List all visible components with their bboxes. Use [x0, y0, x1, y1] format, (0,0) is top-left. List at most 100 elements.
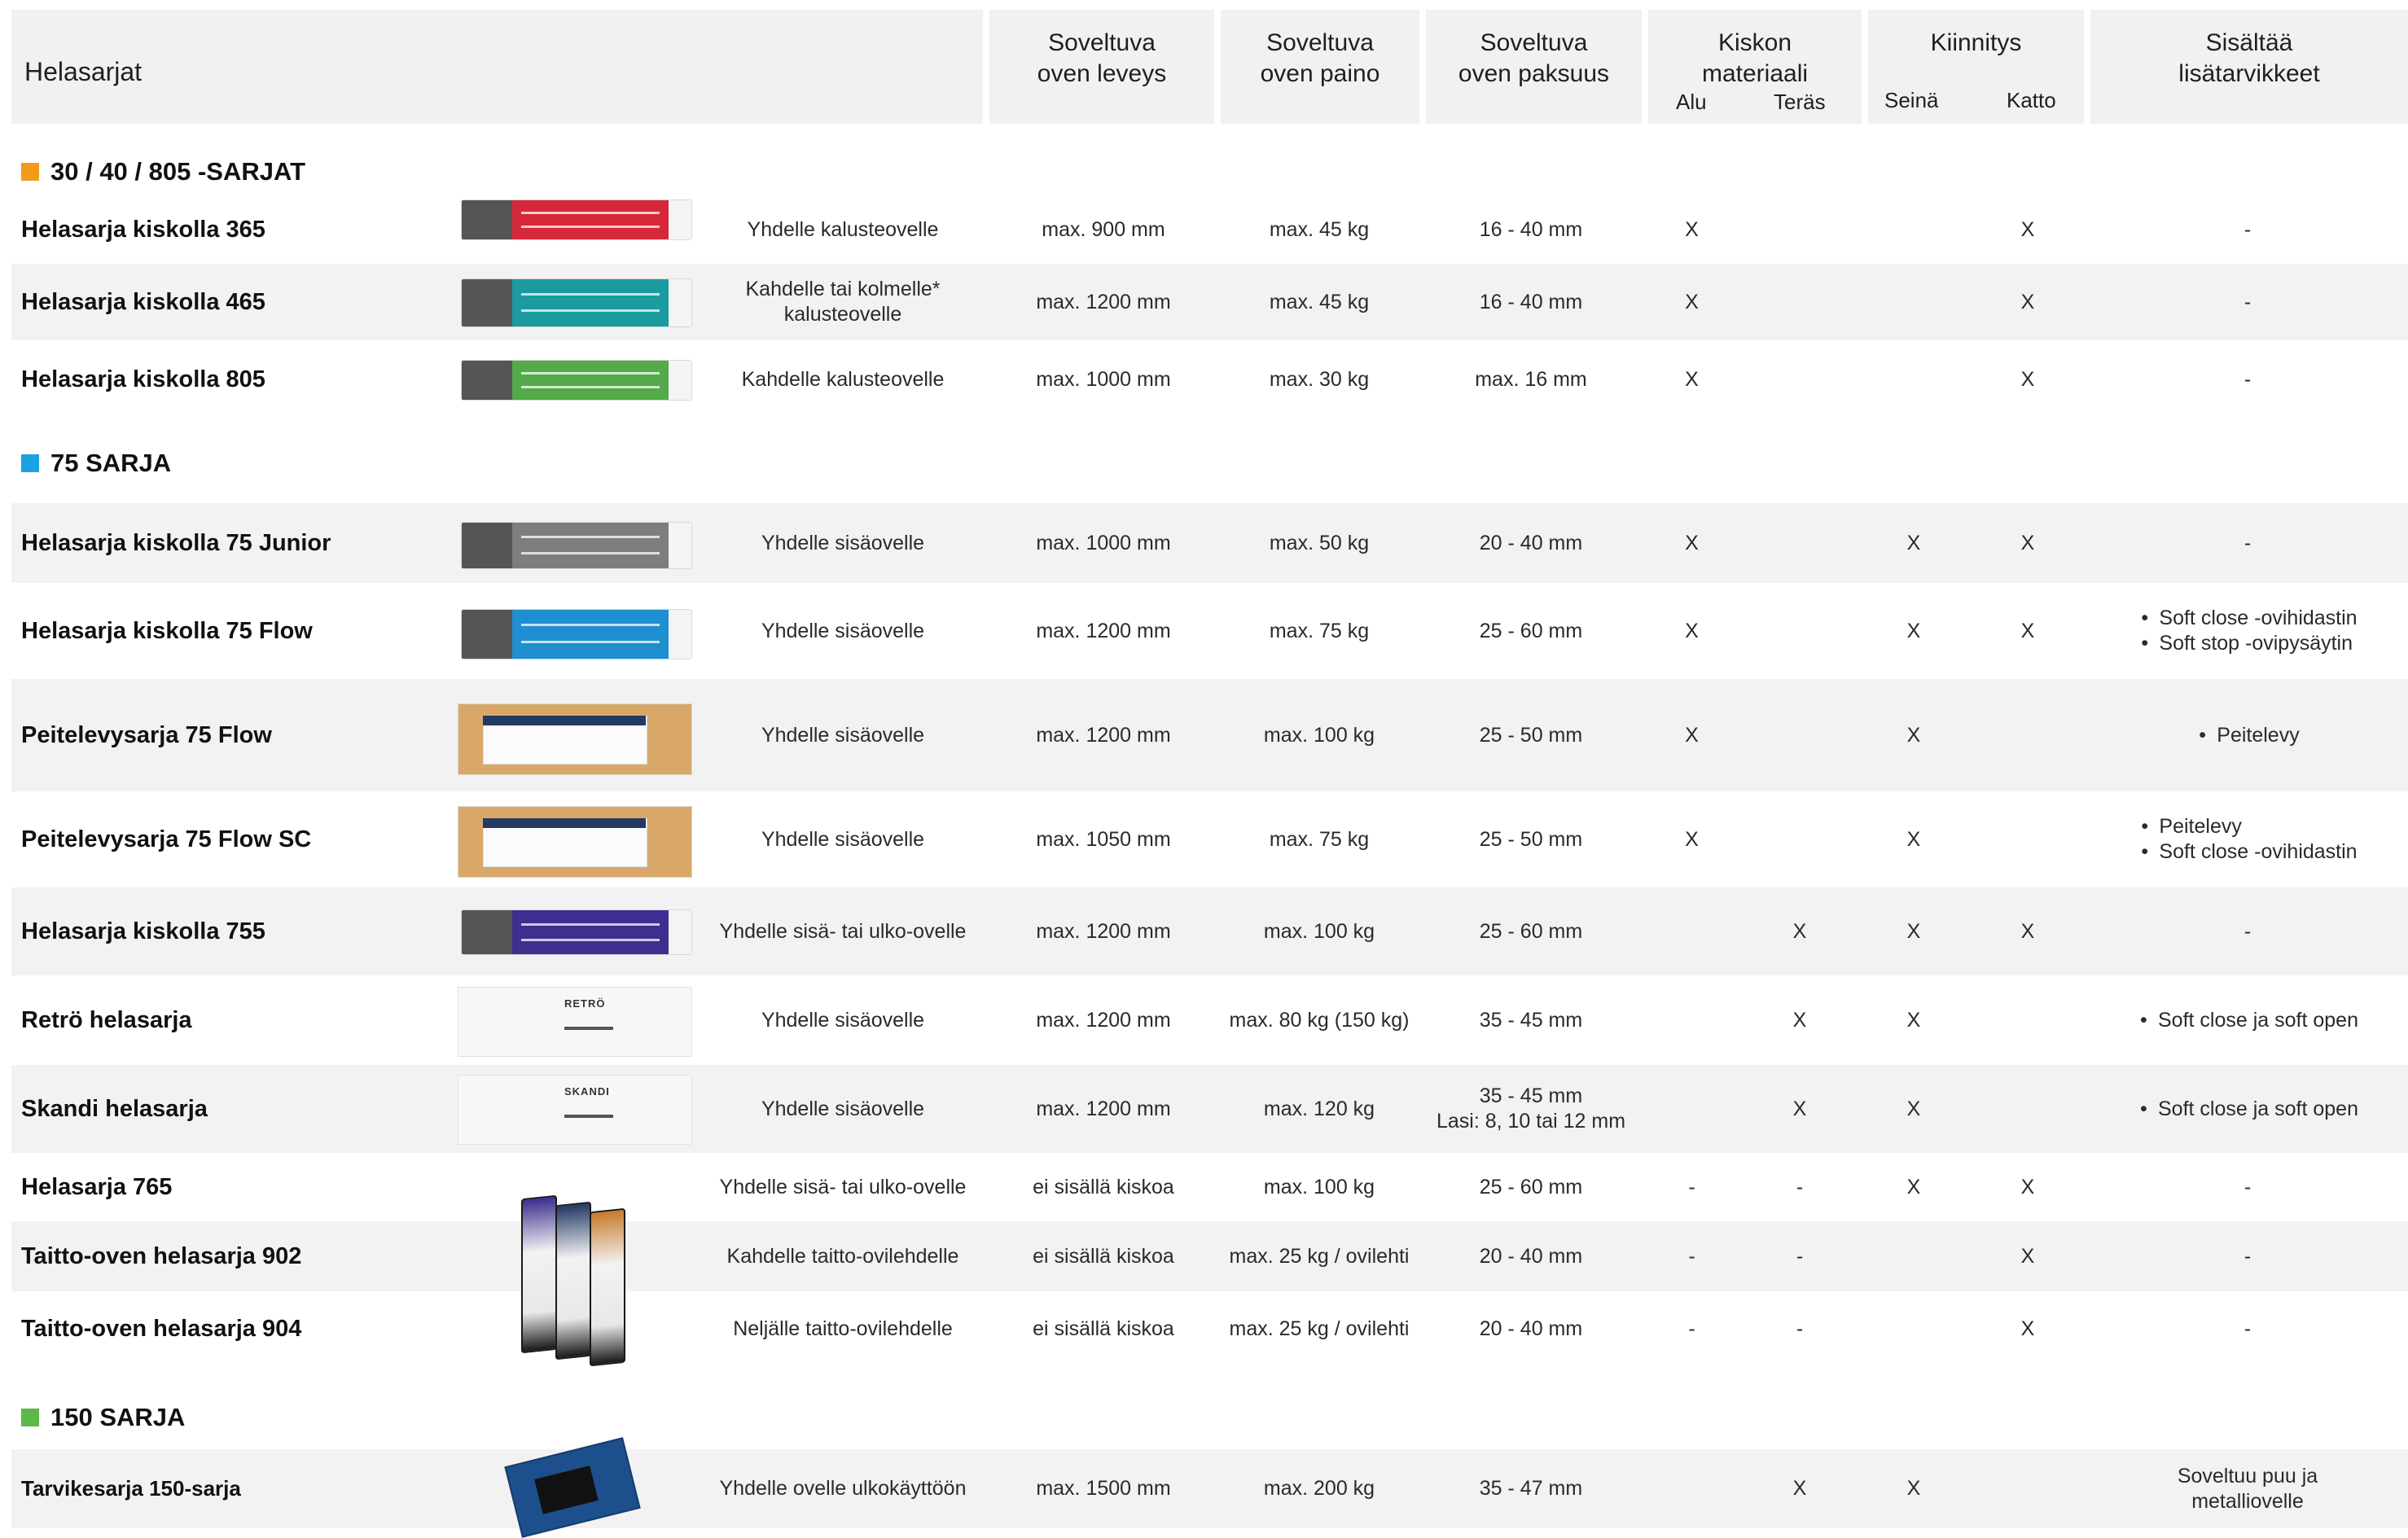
- extras-item: Soft close ja soft open: [2137, 1008, 2358, 1033]
- cell-steel: X: [1792, 919, 1807, 943]
- cell-thickness: 16 - 40 mm: [1479, 290, 1583, 313]
- cell-weight: max. 80 kg (150 kg): [1229, 1008, 1410, 1032]
- header-series: Helasarjat: [11, 10, 983, 124]
- cell-thickness: 20 - 40 mm: [1479, 1244, 1583, 1268]
- table-row: Tarvikesarja 150-sarja Yhdelle ovelle ulk…: [11, 1449, 2408, 1528]
- cell-thickness: 20 - 40 mm: [1479, 531, 1583, 554]
- cell-ceiling: X: [2020, 217, 2035, 241]
- cell-wall: X: [1906, 1008, 1921, 1032]
- cell-ceiling: X: [2020, 290, 2035, 313]
- extras-list: Soft close ja soft open: [2137, 1008, 2358, 1033]
- cell-steel: [1751, 791, 1849, 887]
- row-name: Peitelevysarja 75 Flow SC: [21, 826, 312, 852]
- cell-extras: Soveltuu puu ja metalliovelle: [2177, 1464, 2318, 1513]
- cell-width: max. 1200 mm: [1036, 723, 1171, 747]
- cell-weight: max. 30 kg: [1269, 367, 1370, 391]
- package-peitelevy-75-flow-image: [458, 703, 692, 775]
- package-755-image: [461, 909, 692, 955]
- cell-width: max. 1000 mm: [1036, 531, 1171, 554]
- cell-thickness: 25 - 60 mm: [1479, 619, 1583, 642]
- cell-wall: [1873, 195, 1954, 264]
- cell-use: Kahdelle tai kolmelle* kalusteovelle: [745, 278, 941, 326]
- extras-item: Soft close ja soft open: [2137, 1097, 2358, 1122]
- cell-ceiling: [1987, 1065, 2068, 1153]
- extras-item: Soft close -ovihidastin: [2138, 606, 2357, 631]
- cell-alu: X: [1685, 217, 1699, 241]
- section-heading: 30 / 40 / 805 -SARJAT: [21, 155, 305, 189]
- extras-list: Soft close ja soft open: [2137, 1097, 2358, 1122]
- row-name: Helasarja kiskolla 75 Junior: [21, 529, 331, 556]
- row-name: Skandi helasarja: [21, 1095, 208, 1122]
- cell-steel: X: [1792, 1097, 1807, 1120]
- cell-width: ei sisällä kiskoa: [1033, 1317, 1174, 1340]
- cell-wall: X: [1906, 827, 1921, 851]
- cell-width: ei sisällä kiskoa: [1033, 1244, 1174, 1268]
- extras-item: Soft close -ovihidastin: [2138, 839, 2357, 865]
- cell-ceiling: [1987, 1449, 2068, 1528]
- cell-thickness: 20 - 40 mm: [1479, 1317, 1583, 1340]
- hanging-pack-image: [521, 1194, 557, 1354]
- cell-width: max. 1500 mm: [1036, 1477, 1171, 1500]
- cell-steel: X: [1792, 1477, 1807, 1500]
- cell-use: Kahdelle kalusteovelle: [741, 367, 945, 391]
- cell-alu: X: [1685, 367, 1699, 391]
- cell-wall: [1873, 340, 1954, 418]
- cell-ceiling: X: [2020, 1244, 2035, 1268]
- section-marker: [21, 1409, 39, 1426]
- header-thickness: Soveltuva oven paksuus: [1426, 10, 1642, 124]
- cell-thickness: 25 - 50 mm: [1479, 723, 1583, 747]
- cell-use: Yhdelle sisäovelle: [761, 619, 925, 642]
- cell-wall: X: [1906, 1175, 1921, 1198]
- cell-width: max. 1000 mm: [1036, 367, 1171, 391]
- cell-use: Yhdelle sisäovelle: [761, 531, 925, 554]
- cell-steel: [1751, 679, 1849, 791]
- package-skandi-image: SKANDI: [458, 1075, 692, 1145]
- cell-alu: [1661, 1065, 1722, 1153]
- row-name: Helasarja 765: [21, 1173, 173, 1200]
- cell-use: Yhdelle sisäovelle: [761, 1097, 925, 1120]
- cell-use: Yhdelle sisä- tai ulko-ovelle: [719, 1175, 967, 1198]
- cell-wall: [1873, 1291, 1954, 1366]
- package-retro-image: RETRÖ: [458, 987, 692, 1057]
- cell-use: Yhdelle sisäovelle: [761, 1008, 925, 1032]
- cell-alu: [1661, 975, 1722, 1065]
- cell-alu: -: [1688, 1244, 1695, 1268]
- table-row: Helasarja kiskolla 755 Yhdelle sisä- tai …: [11, 887, 2408, 975]
- cell-weight: max. 200 kg: [1263, 1477, 1375, 1500]
- cell-alu: X: [1685, 723, 1699, 747]
- cell-thickness: 25 - 50 mm: [1479, 827, 1583, 851]
- cell-steel: -: [1796, 1244, 1804, 1268]
- cell-use: Yhdelle kalusteovelle: [747, 217, 939, 241]
- cell-steel: [1751, 264, 1849, 340]
- header-mount-ceiling: Katto: [2007, 88, 2056, 112]
- row-name: Helasarja kiskolla 805: [21, 366, 265, 392]
- cell-use: Yhdelle sisäovelle: [761, 827, 925, 851]
- cell-weight: max. 100 kg: [1263, 919, 1375, 943]
- table-row: Helasarja kiskolla 365 Yhdelle kalusteove…: [11, 195, 2408, 264]
- cell-use: Yhdelle sisäovelle: [761, 723, 925, 747]
- header-mount-wall: Seinä: [1884, 88, 1939, 112]
- cell-ceiling: X: [2020, 1317, 2035, 1340]
- package-365-image: [461, 199, 692, 240]
- cell-thickness: max. 16 mm: [1475, 367, 1587, 391]
- cell-extras: -: [2244, 367, 2252, 391]
- row-name: Retrö helasarja: [21, 1006, 192, 1033]
- cell-wall: X: [1906, 1097, 1921, 1120]
- cell-extras: Soft close -ovihidastinSoft stop -ovipys…: [2085, 583, 2408, 679]
- section-marker: [21, 454, 39, 472]
- table-row: Retrö helasarja Yhdelle sisäovelle max. 12…: [11, 975, 2408, 1065]
- cell-ceiling: X: [2020, 619, 2035, 642]
- cell-thickness: 25 - 60 mm: [1479, 1175, 1583, 1198]
- cell-steel: [1751, 340, 1849, 418]
- package-label: RETRÖ: [564, 997, 606, 1010]
- package-label: SKANDI: [564, 1085, 610, 1098]
- cell-weight: max. 25 kg / ovilehti: [1229, 1244, 1410, 1268]
- cell-extras: Peitelevy: [2085, 679, 2408, 791]
- cell-extras: Soft close ja soft open: [2085, 1065, 2408, 1153]
- cell-wall: X: [1906, 619, 1921, 642]
- table-row: Taitto-oven helasarja 904 Neljälle taitto…: [11, 1291, 2408, 1366]
- extras-item: Soft stop -ovipysäytin: [2138, 631, 2357, 656]
- cell-thickness: 35 - 45 mm Lasi: 8, 10 tai 12 mm: [1436, 1084, 1626, 1133]
- table-row: Skandi helasarja Yhdelle sisäovelle max. 1…: [11, 1065, 2408, 1153]
- cell-extras: -: [2244, 1317, 2252, 1340]
